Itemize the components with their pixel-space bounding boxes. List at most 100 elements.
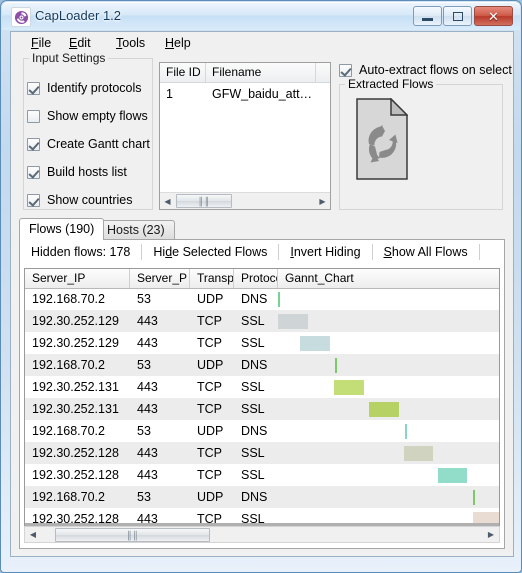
cell-server-ip: 192.168.70.2 [32,358,105,372]
menu-edit-label: dit [77,36,91,50]
cell-transport: TCP [197,468,222,482]
cell-server-port: 53 [137,424,151,438]
cell-protocol: DNS [241,358,268,372]
cell-server-ip: 192.30.252.131 [32,402,119,416]
cell-server-ip: 192.30.252.128 [32,446,119,460]
checkbox-auto-extract-flows-label: Auto-extract flows on select [359,63,512,77]
gantt-bar [438,468,467,483]
cell-server-port: 53 [137,292,151,306]
table-row[interactable]: 192.168.70.2 53 UDP DNS [25,288,499,310]
hidden-flows-label: Hidden flows: [31,245,107,259]
gantt-bar [335,358,337,373]
grid-scroll-left-arrow-icon[interactable]: ◀ [25,527,41,542]
tab-hosts[interactable]: Hosts (23) [97,220,175,240]
cell-transport: UDP [197,424,224,438]
document-recycle-icon[interactable] [356,97,409,180]
file-list-col-filename[interactable]: Filename [206,63,316,82]
table-row[interactable]: 192.30.252.128 443 TCP SSL [25,464,499,486]
cell-protocol: SSL [241,446,265,460]
checkbox-build-hosts-list-box[interactable] [27,165,40,179]
file-list-scroll-thumb[interactable]: ║║ [176,194,232,208]
file-list-horizontal-scrollbar[interactable]: ◀ ║║ ▶ [160,192,330,209]
show-all-mnemonic: S [383,245,392,259]
file-list[interactable]: File ID Filename 1 GFW_baidu_att… ◀ ║║ ▶ [159,62,331,210]
checkbox-identify-protocols-box[interactable] [27,81,40,95]
tab-flows[interactable]: Flows (190) [19,218,105,240]
table-row[interactable]: 192.30.252.129 443 TCP SSL [25,310,499,332]
cell-transport: TCP [197,380,222,394]
table-row[interactable]: 192.168.70.2 53 UDP DNS [25,486,499,508]
grid-scroll-thumb[interactable]: ║║ [55,528,210,542]
table-row[interactable]: 192.30.252.131 443 TCP SSL [25,398,499,420]
invert-hiding-post: nvert Hiding [293,245,361,259]
column-header-transport[interactable]: Transp [190,269,234,288]
file-list-cell-file-id: 1 [166,87,173,101]
menu-tools-label: ools [122,36,146,50]
checkbox-auto-extract-flows[interactable]: Auto-extract flows on select [339,62,512,78]
cell-transport: UDP [197,358,224,372]
minimize-icon [422,17,433,21]
file-list-col-extra[interactable] [316,63,330,82]
close-button[interactable]: ✕ [474,6,513,26]
file-list-row[interactable]: 1 GFW_baidu_att… [160,84,330,104]
table-row[interactable]: 192.30.252.128 443 TCP SSL [25,442,499,464]
column-header-server-port[interactable]: Server_P [130,269,190,288]
checkbox-identify-protocols-label: Identify protocols [47,81,142,95]
checkbox-identify-protocols[interactable]: Identify protocols [27,80,142,96]
invert-hiding-button[interactable]: Invert Hiding [279,245,371,259]
maximize-button[interactable] [443,6,472,26]
table-row[interactable]: 192.30.252.131 443 TCP SSL [25,376,499,398]
cell-protocol: SSL [241,314,265,328]
cell-server-port: 443 [137,468,158,482]
table-row[interactable]: 192.168.70.2 53 UDP DNS [25,420,499,442]
checkbox-show-countries-box[interactable] [27,193,40,207]
scroll-left-arrow-icon[interactable]: ◀ [160,193,175,209]
grid-scroll-right-arrow-icon[interactable]: ▶ [483,527,499,542]
gantt-bar [278,292,280,307]
file-list-cell-filename: GFW_baidu_att… [212,87,313,101]
menu-edit[interactable]: Edit [63,35,97,51]
show-all-flows-button[interactable]: Show All Flows [373,245,479,259]
table-row[interactable]: 192.30.252.129 443 TCP SSL [25,332,499,354]
cell-server-port: 443 [137,314,158,328]
hidden-flows-count: 178 [109,245,131,259]
gantt-bar [369,402,399,417]
cell-protocol: SSL [241,380,265,394]
menu-help-label: elp [174,36,191,50]
caploader-window: CapLoader 1.2 ✕ File Edit Tools Help Inp… [0,0,522,573]
file-list-col-file-id[interactable]: File ID [160,63,206,82]
cell-server-port: 53 [137,358,151,372]
checkbox-auto-extract-flows-box[interactable] [339,63,352,77]
checkbox-build-hosts-list-label: Build hosts list [47,165,127,179]
checkbox-show-countries[interactable]: Show countries [27,192,132,208]
cell-transport: UDP [197,490,224,504]
cell-server-ip: 192.168.70.2 [32,490,105,504]
table-row[interactable]: 192.168.70.2 53 UDP DNS [25,354,499,376]
cell-protocol: SSL [241,336,265,350]
checkbox-show-empty-flows-box[interactable] [27,109,40,123]
checkbox-show-empty-flows-label: Show empty flows [47,109,148,123]
column-header-gantt-chart[interactable]: Gannt_Chart [278,269,499,288]
column-header-server-ip[interactable]: Server_IP [25,269,130,288]
menu-file-label: ile [38,36,52,50]
cell-protocol: DNS [241,424,268,438]
scroll-right-arrow-icon[interactable]: ▶ [315,193,330,209]
cell-server-port: 53 [137,490,151,504]
column-header-protocol[interactable]: Protoco [234,269,278,288]
cell-transport: TCP [197,402,222,416]
flows-grid-header: Server_IP Server_P Transp Protoco Gannt_… [25,269,499,289]
menu-tools[interactable]: Tools [110,35,151,51]
minimize-button[interactable] [413,6,442,26]
menu-file-mnemonic: F [31,36,39,50]
hide-selected-flows-button[interactable]: Hide Selected Flows [142,245,278,259]
flows-grid[interactable]: Server_IP Server_P Transp Protoco Gannt_… [24,268,500,534]
menu-file[interactable]: File [25,35,57,51]
hide-selected-post: e Selected Flows [172,245,268,259]
checkbox-create-gantt-chart[interactable]: Create Gantt chart [27,136,150,152]
checkbox-show-empty-flows[interactable]: Show empty flows [27,108,148,124]
cell-transport: TCP [197,314,222,328]
flows-grid-horizontal-scrollbar[interactable]: ◀ ║║ ▶ [24,526,500,543]
menu-help[interactable]: Help [159,35,197,51]
checkbox-create-gantt-chart-box[interactable] [27,137,40,151]
checkbox-build-hosts-list[interactable]: Build hosts list [27,164,127,180]
